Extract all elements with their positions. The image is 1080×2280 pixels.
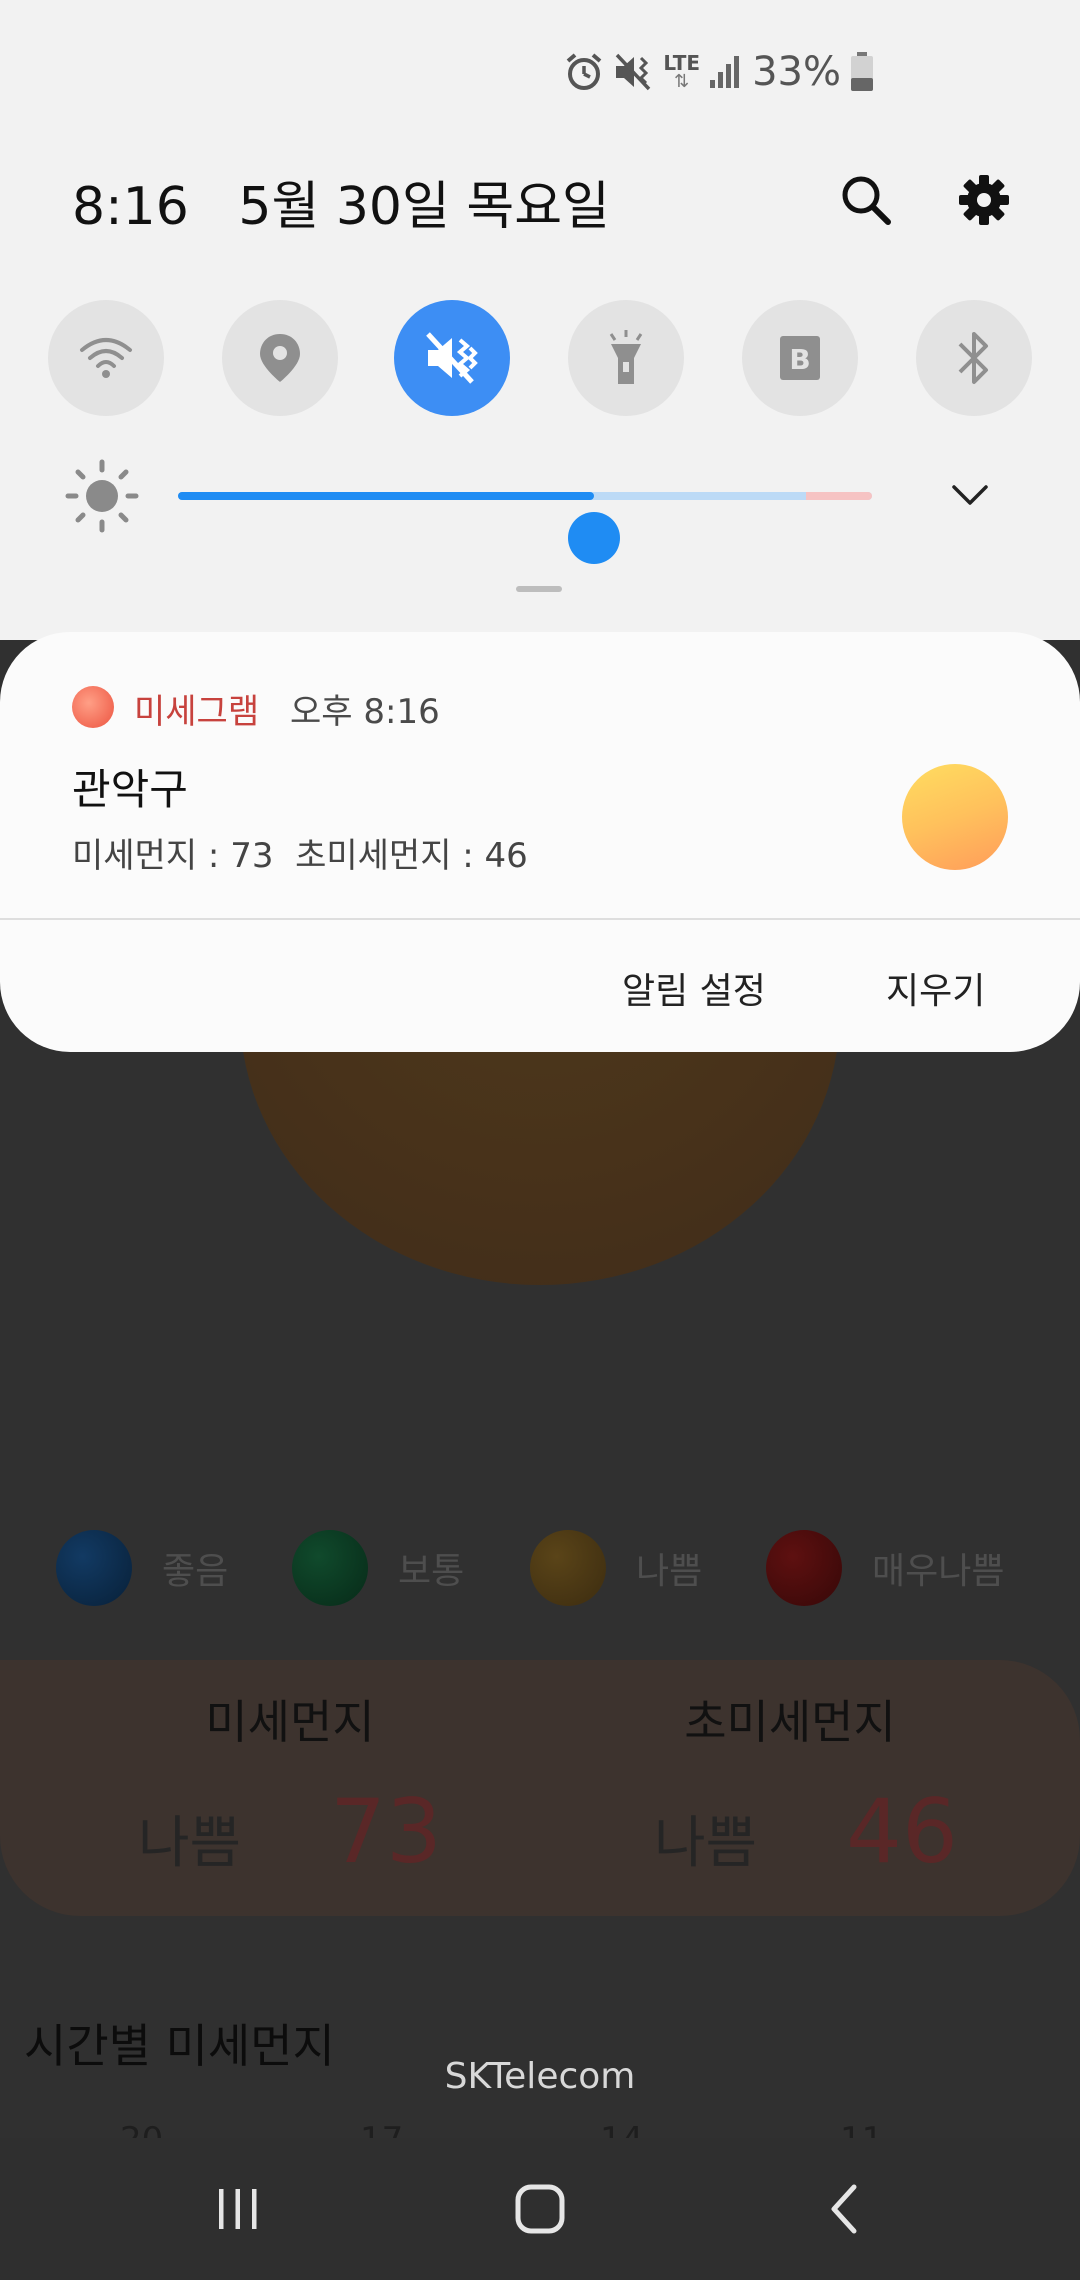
app-icon bbox=[72, 686, 114, 728]
notification-time: 오후 8:16 bbox=[290, 692, 440, 732]
legend-dot-bad bbox=[530, 1530, 606, 1606]
back-button[interactable] bbox=[764, 2138, 924, 2280]
brightness-outdoor-zone bbox=[806, 492, 872, 500]
gear-icon bbox=[959, 175, 1009, 225]
search-icon bbox=[842, 176, 891, 225]
legend-label: 보통 bbox=[398, 1551, 465, 1592]
location-pin-icon bbox=[260, 334, 300, 382]
legend-label: 매우나쁨 bbox=[872, 1551, 1005, 1592]
brightness-row bbox=[0, 450, 1080, 564]
recents-button[interactable] bbox=[158, 2138, 318, 2280]
legend-label: 나쁨 bbox=[636, 1551, 703, 1592]
brightness-icon bbox=[65, 459, 139, 533]
carrier-label: SKTelecom bbox=[444, 2056, 636, 2097]
legend-label: 좋음 bbox=[162, 1551, 229, 1592]
location-toggle[interactable] bbox=[222, 300, 338, 416]
data-arrows-icon: ⇅ bbox=[674, 71, 690, 92]
back-icon bbox=[831, 2184, 857, 2234]
pm25-grade: 나쁨 bbox=[654, 1811, 758, 1876]
bluetooth-icon bbox=[958, 332, 988, 384]
chevron-down-icon bbox=[952, 485, 988, 505]
flashlight-icon bbox=[609, 330, 643, 384]
legend: 좋음 보통 나쁨 매우나쁨 bbox=[0, 1528, 1080, 1608]
clock-time: 8:16 bbox=[72, 177, 189, 237]
battery-percent: 33% bbox=[752, 49, 841, 95]
brightness-fill bbox=[178, 492, 594, 500]
notification-status-circle bbox=[902, 764, 1008, 870]
date-time: 8:16 5월 30일 목요일 bbox=[72, 164, 610, 239]
search-button[interactable] bbox=[826, 160, 906, 240]
b-mode-toggle[interactable]: B bbox=[742, 300, 858, 416]
legend-dot-good bbox=[56, 1530, 132, 1606]
notification-card[interactable]: 미세그램 오후 8:16 관악구 미세먼지 : 73 초미세먼지 : 46 알림… bbox=[0, 632, 1080, 1052]
legend-dot-normal bbox=[292, 1530, 368, 1606]
pm25-title: 초미세먼지 bbox=[684, 1695, 896, 1749]
signal-icon bbox=[710, 56, 740, 88]
summary-card: 미세먼지 나쁨 73 초미세먼지 나쁨 46 bbox=[0, 1660, 1080, 1916]
mute-vibrate-icon bbox=[616, 53, 651, 91]
panel-drag-handle[interactable] bbox=[516, 586, 562, 592]
notification-clear-button[interactable]: 지우기 bbox=[886, 962, 985, 1014]
brightness-thumb[interactable] bbox=[568, 512, 620, 564]
sound-mode-toggle[interactable] bbox=[394, 300, 510, 416]
notification-app-name: 미세그램 bbox=[134, 692, 260, 732]
pm10-title: 미세먼지 bbox=[205, 1695, 375, 1749]
network-type: LTE bbox=[663, 51, 701, 75]
home-button[interactable] bbox=[460, 2138, 620, 2280]
alarm-icon bbox=[567, 53, 602, 90]
quick-panel: LTE ⇅ 33% 8:16 5월 30일 목요일 B bbox=[0, 0, 1080, 640]
legend-item-bad: 나쁨 bbox=[530, 1528, 702, 1608]
pm10-grade: 나쁨 bbox=[138, 1811, 242, 1876]
svg-text:B: B bbox=[789, 343, 810, 376]
mute-vibrate-icon bbox=[426, 332, 478, 384]
status-bar: LTE ⇅ 33% bbox=[561, 40, 875, 104]
bluetooth-toggle[interactable] bbox=[916, 300, 1032, 416]
wifi-toggle[interactable] bbox=[48, 300, 164, 416]
legend-dot-very-bad bbox=[766, 1530, 842, 1606]
lte-indicator: LTE ⇅ bbox=[663, 53, 700, 91]
pm10-summary: 미세먼지 나쁨 73 bbox=[20, 1660, 560, 1916]
pm10-value: 73 bbox=[330, 1780, 442, 1883]
home-icon bbox=[515, 2184, 565, 2234]
legend-item-normal: 보통 bbox=[292, 1528, 464, 1608]
wifi-icon bbox=[80, 338, 132, 378]
notification-title: 관악구 bbox=[72, 765, 188, 814]
date-label: 5월 30일 목요일 bbox=[238, 177, 610, 237]
pm25-summary: 초미세먼지 나쁨 46 bbox=[520, 1660, 1060, 1916]
flashlight-toggle[interactable] bbox=[568, 300, 684, 416]
navigation-bar bbox=[0, 2138, 1080, 2280]
legend-item-good: 좋음 bbox=[56, 1528, 228, 1608]
notification-settings-button[interactable]: 알림 설정 bbox=[622, 962, 766, 1014]
expand-panel-button[interactable] bbox=[940, 470, 1000, 520]
legend-item-very-bad: 매우나쁨 bbox=[766, 1528, 1004, 1608]
b-mode-icon: B bbox=[780, 336, 820, 380]
recents-icon bbox=[219, 2189, 257, 2229]
pm25-value: 46 bbox=[846, 1780, 958, 1883]
notification-divider bbox=[0, 918, 1080, 920]
battery-icon bbox=[851, 52, 873, 91]
brightness-slider[interactable] bbox=[178, 492, 872, 564]
settings-button[interactable] bbox=[944, 160, 1024, 240]
notification-text: 미세먼지 : 73 초미세먼지 : 46 bbox=[72, 836, 528, 876]
